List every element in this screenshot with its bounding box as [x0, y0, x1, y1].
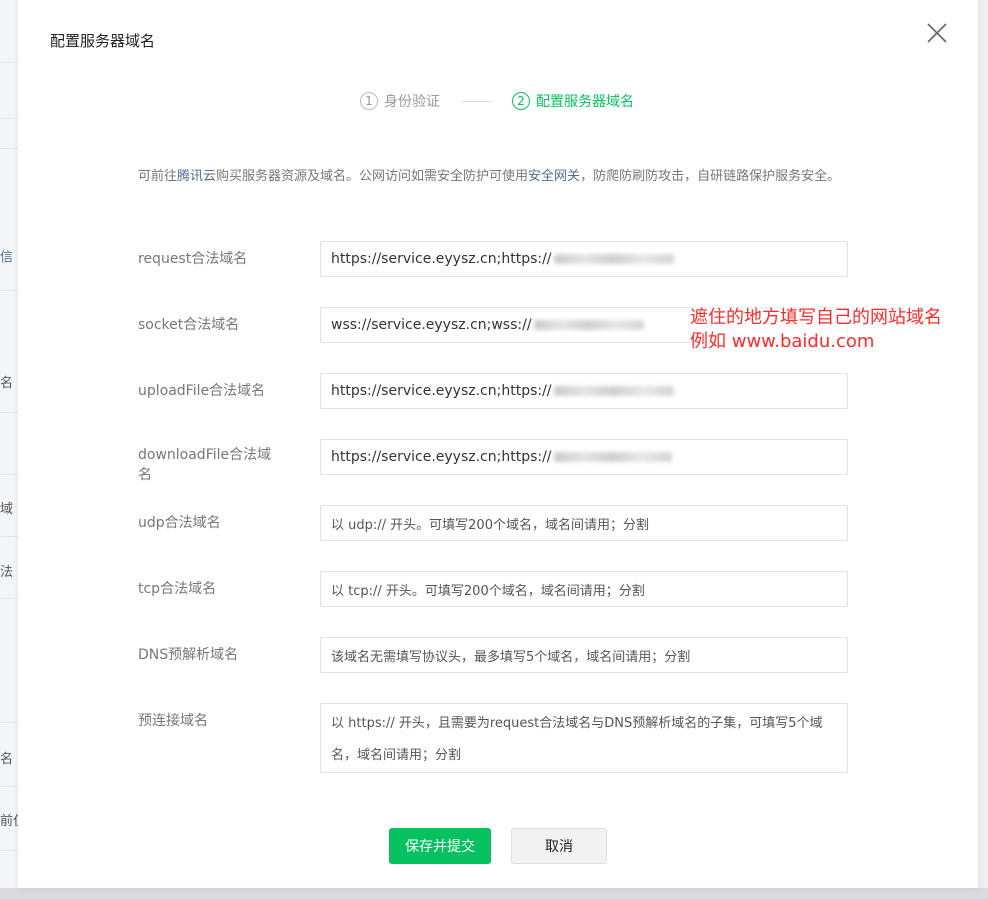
save-and-submit-button[interactable]: 保存并提交: [389, 828, 491, 864]
cancel-button[interactable]: 取消: [511, 828, 607, 864]
request-domain-label: request合法域名: [138, 251, 248, 267]
intro-text: 可前往腾讯云购买服务器资源及域名。公网访问如需安全防护可使用安全网关，防爬防刷防…: [138, 166, 858, 188]
intro-prefix: 可前往: [138, 169, 178, 184]
scrollbar-track[interactable]: [978, 0, 988, 899]
divider: [0, 722, 18, 723]
step-indicator: 1 身份验证 2 配置服务器域名: [360, 90, 634, 112]
step-number: 1: [360, 92, 378, 110]
step-configure-domain: 2 配置服务器域名: [512, 91, 634, 111]
input-value: https://service.eyysz.cn;https://: [331, 251, 552, 267]
udp-domain-input[interactable]: 以 udp:// 开头。可填写200个域名，域名间请用；分割: [320, 505, 848, 541]
input-value: https://service.eyysz.cn;https://: [331, 383, 552, 399]
divider: [0, 148, 18, 149]
input-value: wss://service.eyysz.cn;wss://: [331, 317, 532, 333]
intro-middle: 购买服务器资源及域名。公网访问如需安全防护可使用: [216, 169, 529, 184]
masked-domain: [553, 452, 672, 462]
dialog-title: 配置服务器域名: [50, 32, 156, 50]
dns-prefetch-input[interactable]: 该域名无需填写协议头，最多填写5个域名，域名间请用；分割: [320, 637, 848, 673]
annotation-line: 遮住的地方填写自己的网站域名: [690, 307, 942, 328]
upload-domain-input[interactable]: https://service.eyysz.cn;https://: [320, 373, 848, 409]
divider: [0, 598, 18, 599]
divider: [0, 786, 18, 787]
preconnect-domain-label: 预连接域名: [138, 713, 208, 729]
bottom-bar: [0, 888, 988, 899]
divider: [0, 474, 18, 475]
background-text: 信: [0, 250, 14, 265]
download-domain-label: downloadFile合法域名: [138, 447, 272, 483]
request-domain-input[interactable]: https://service.eyysz.cn;https://: [320, 241, 848, 277]
tencent-cloud-link[interactable]: 腾讯云: [177, 169, 216, 184]
tcp-domain-label: tcp合法域名: [138, 581, 217, 597]
step-divider: [462, 100, 492, 102]
background-text: 名: [0, 376, 14, 391]
divider: [0, 118, 18, 119]
tcp-domain-input[interactable]: 以 tcp:// 开头。可填写200个域名，域名间请用；分割: [320, 571, 848, 607]
download-domain-input[interactable]: https://service.eyysz.cn;https://: [320, 439, 848, 475]
udp-domain-label: udp合法域名: [138, 515, 221, 531]
preconnect-domain-textarea[interactable]: 以 https:// 开头，且需要为request合法域名与DNS预解析域名的子…: [320, 703, 848, 773]
step-label: 身份验证: [384, 94, 440, 110]
divider: [0, 62, 18, 63]
step-number: 2: [512, 92, 530, 110]
security-gateway-link[interactable]: 安全网关: [528, 169, 580, 184]
dns-prefetch-label: DNS预解析域名: [138, 647, 239, 663]
masked-domain: [553, 386, 674, 396]
background-text: 前仅: [0, 814, 18, 829]
annotation-line: 例如 www.baidu.com: [690, 331, 875, 352]
masked-domain: [553, 254, 674, 264]
red-annotation: 遮住的地方填写自己的网站域名 例如 www.baidu.com: [690, 306, 942, 354]
divider: [0, 412, 18, 413]
divider: [0, 850, 18, 851]
socket-domain-label: socket合法域名: [138, 317, 240, 333]
upload-domain-label: uploadFile合法域名: [138, 383, 266, 399]
configure-domain-dialog: 配置服务器域名 1 身份验证 2 配置服务器域名 可前往腾讯云购买服务器资源及域…: [18, 0, 978, 888]
masked-domain: [533, 320, 644, 330]
divider: [0, 290, 18, 291]
intro-suffix: ，防爬防刷防攻击，自研链路保护服务安全。: [580, 169, 841, 184]
step-label: 配置服务器域名: [536, 94, 634, 110]
background-text: 法: [0, 565, 14, 580]
background-text: 域: [0, 502, 14, 517]
divider: [0, 536, 18, 537]
background-text: 名: [0, 752, 14, 767]
close-icon[interactable]: [926, 22, 948, 44]
step-identity-verification: 1 身份验证: [360, 91, 440, 111]
input-value: https://service.eyysz.cn;https://: [331, 449, 552, 465]
